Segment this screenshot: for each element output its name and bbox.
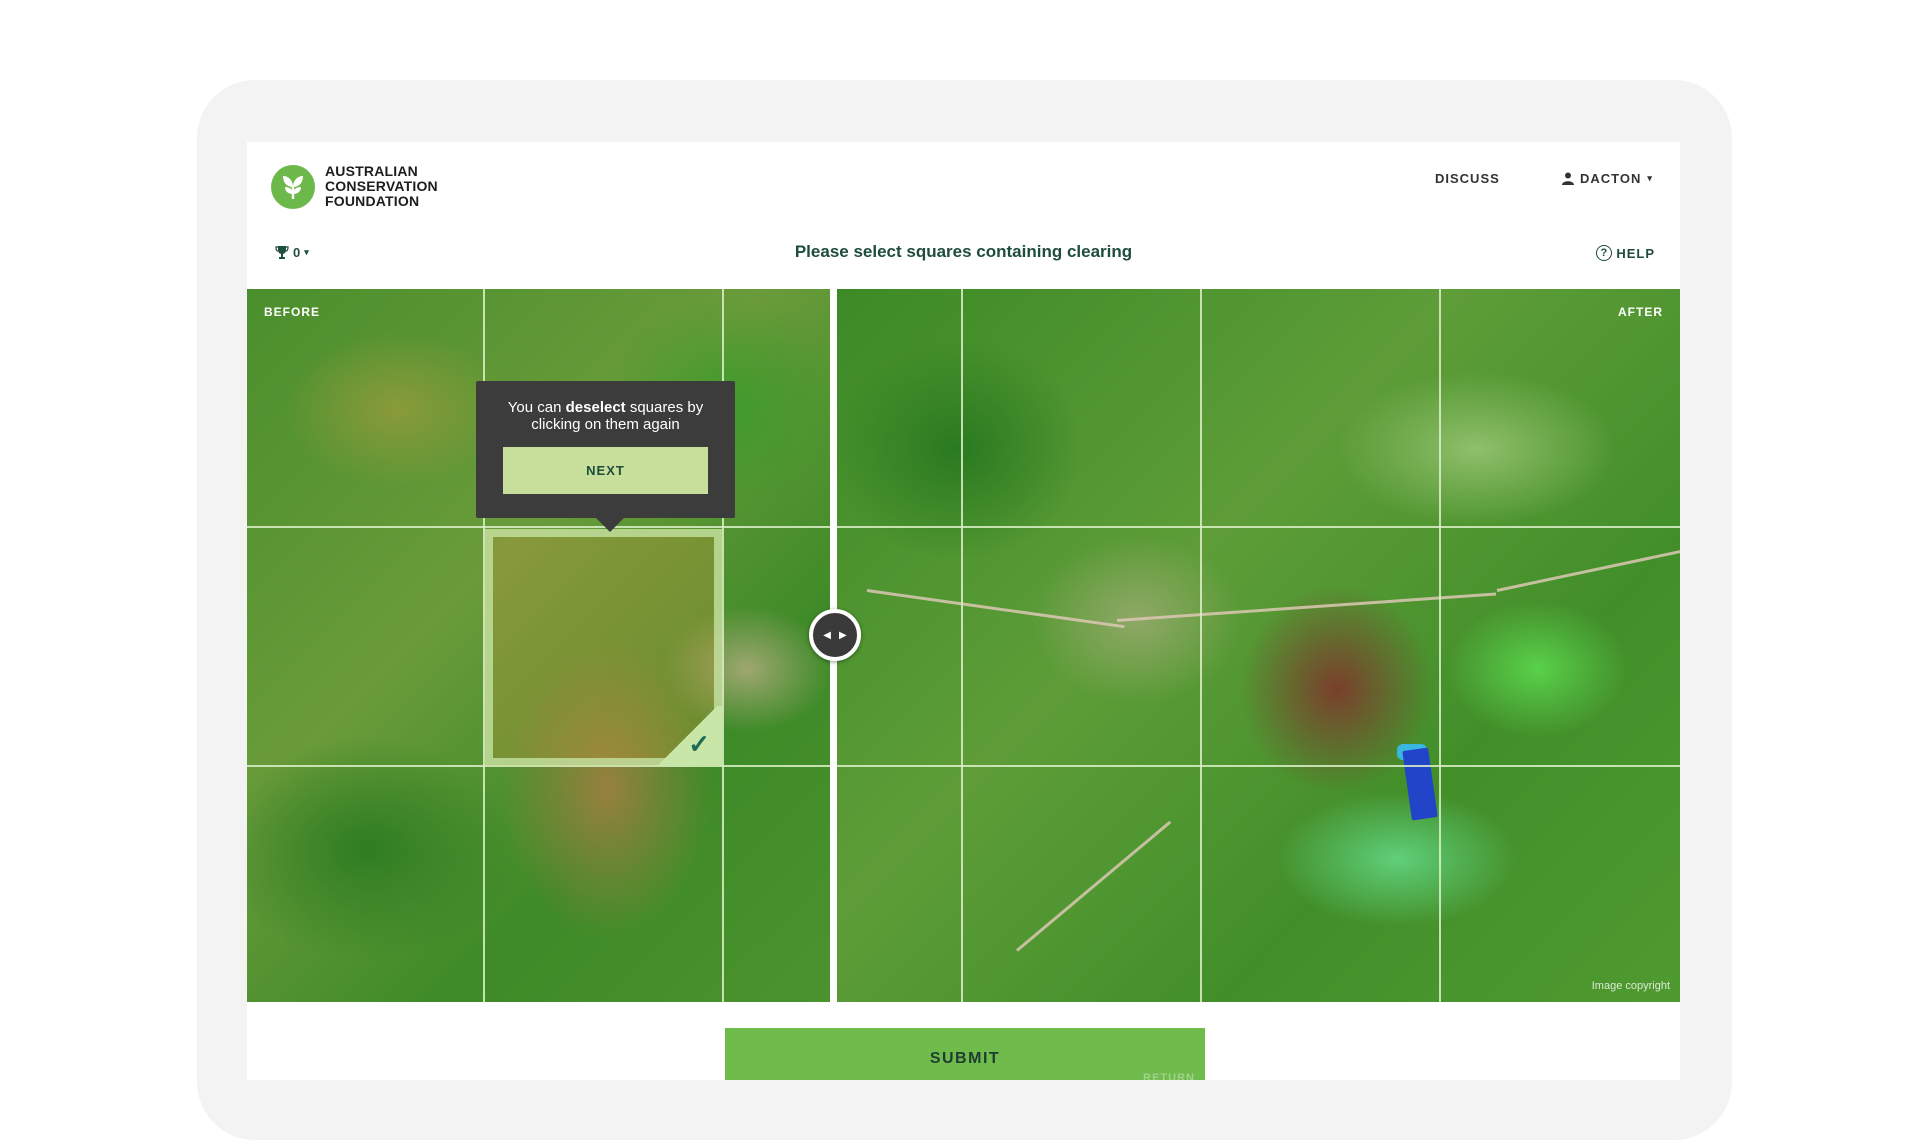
tooltip-text-start: You can: [507, 399, 562, 416]
help-icon: ?: [1596, 245, 1613, 261]
onboarding-tooltip: You can deselect squares by clicking on …: [476, 381, 735, 532]
help-button[interactable]: ? HELP: [1596, 245, 1655, 261]
after-image: [837, 289, 1680, 1002]
next-button[interactable]: NEXT: [503, 447, 708, 494]
before-label: BEFORE: [264, 305, 321, 319]
submit-button[interactable]: SUBMIT RETURN: [725, 1028, 1205, 1080]
logo-line: FOUNDATION: [325, 193, 420, 209]
slider-handle[interactable]: ◀ ▶: [809, 609, 861, 661]
logo[interactable]: AUSTRALIAN CONSERVATION FOUNDATION: [271, 164, 438, 209]
tooltip-text-emphasis: deselect: [565, 399, 626, 416]
road-feature: [1496, 549, 1680, 592]
arrow-right-icon: ▶: [839, 629, 847, 641]
grid-cell-selected[interactable]: ✓: [485, 529, 722, 766]
discuss-link[interactable]: DISCUSS: [1435, 171, 1500, 186]
return-key-hint: RETURN: [1143, 1072, 1195, 1080]
grid-line: [1200, 289, 1202, 1002]
imagery-comparison[interactable]: BEFORE AFTER Image copyright ✓ ◀ ▶ You c…: [247, 289, 1680, 1002]
chevron-down-icon: ▾: [1647, 173, 1653, 183]
grid-line: [961, 289, 963, 1002]
logo-line: AUSTRALIAN: [325, 163, 418, 179]
logo-text: AUSTRALIAN CONSERVATION FOUNDATION: [325, 164, 438, 209]
user-icon: [1562, 172, 1574, 185]
logo-line: CONSERVATION: [325, 178, 438, 194]
arrow-left-icon: ◀: [823, 629, 831, 641]
help-label: HELP: [1616, 245, 1655, 261]
road-feature: [866, 589, 1125, 629]
grid-line: [247, 765, 1680, 767]
grid-line: [1439, 289, 1441, 1002]
image-copyright: Image copyright: [1591, 980, 1670, 992]
user-name: DACTON: [1580, 171, 1642, 186]
submit-label: SUBMIT: [929, 1050, 1001, 1067]
road-feature: [1016, 820, 1172, 952]
tooltip-text: You can deselect squares by clicking on …: [490, 399, 721, 433]
after-label: AFTER: [1618, 305, 1663, 319]
leaf-icon: [271, 164, 315, 209]
task-prompt: Please select squares containing clearin…: [794, 242, 1133, 261]
user-menu[interactable]: DACTON ▾: [1562, 171, 1653, 186]
app-screen: AUSTRALIAN CONSERVATION FOUNDATION DISCU…: [247, 142, 1680, 1080]
checkmark-icon: ✓: [652, 706, 722, 766]
grid-line: [247, 526, 1680, 528]
